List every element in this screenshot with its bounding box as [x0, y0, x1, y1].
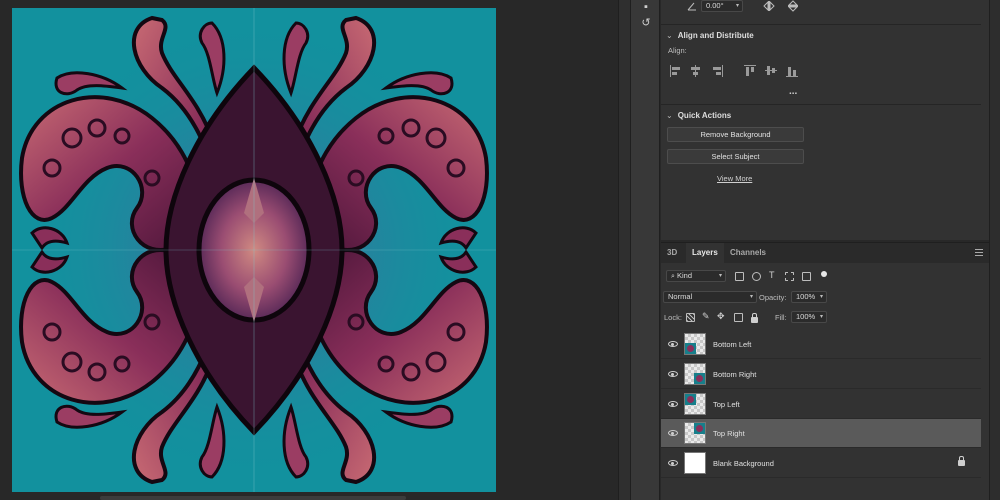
- chevron-down-icon: ⌄: [666, 31, 673, 40]
- align-right-edges-icon[interactable]: [711, 65, 723, 77]
- eye-icon[interactable]: [668, 430, 678, 436]
- filter-toggle-icon[interactable]: [821, 271, 827, 277]
- layer-thumbnail: [684, 333, 706, 355]
- layer-thumbnail: [684, 363, 706, 385]
- blend-mode-value: Normal: [668, 292, 693, 301]
- filter-kind-value: Kind: [677, 271, 693, 280]
- align-left-edges-icon[interactable]: [670, 65, 682, 77]
- panel-scrollbar[interactable]: [989, 0, 1000, 500]
- align-top-edges-icon[interactable]: [744, 65, 756, 77]
- lock-image-pixels-icon[interactable]: ✎: [702, 311, 710, 322]
- collapsed-panel-strip: ▪ ↺: [630, 0, 660, 500]
- align-distribute-title: Align and Distribute: [677, 31, 754, 40]
- artwork-image[interactable]: [12, 8, 496, 492]
- layer-thumbnail: [684, 422, 706, 444]
- layer-name[interactable]: Top Left: [713, 400, 740, 409]
- align-label: Align:: [668, 46, 687, 55]
- eye-icon[interactable]: [668, 401, 678, 407]
- eye-icon[interactable]: [668, 341, 678, 347]
- divider: [661, 24, 981, 25]
- select-subject-button[interactable]: Select Subject: [667, 149, 804, 164]
- panel-dock-gutter: [618, 0, 630, 500]
- filter-type-icon[interactable]: T: [769, 270, 775, 280]
- search-icon: ⌕: [671, 273, 675, 280]
- layer-row-bottom-right[interactable]: Bottom Right: [661, 360, 981, 389]
- flip-horizontal-icon[interactable]: [763, 0, 775, 12]
- filter-smart-object-icon[interactable]: [802, 272, 811, 281]
- chevron-down-icon: ▾: [819, 314, 823, 320]
- chevron-down-icon: ▾: [819, 294, 823, 300]
- lock-position-icon[interactable]: ✥: [717, 311, 725, 322]
- filter-shape-icon[interactable]: [785, 272, 794, 281]
- layer-row-top-left[interactable]: Top Left: [661, 390, 981, 419]
- eye-icon[interactable]: [668, 460, 678, 466]
- layer-name[interactable]: Bottom Right: [713, 370, 756, 379]
- layer-row-blank-background[interactable]: Blank Background: [661, 449, 981, 478]
- layer-thumbnail: [684, 452, 706, 474]
- align-horizontal-centers-icon[interactable]: [690, 65, 702, 77]
- rotation-value: 0.00°: [706, 1, 724, 10]
- lock-artboard-icon[interactable]: [734, 313, 743, 322]
- angle-icon: [687, 1, 697, 11]
- horizontal-scrollbar[interactable]: [100, 496, 406, 500]
- panel-menu-icon[interactable]: [975, 249, 983, 256]
- quick-actions-title: Quick Actions: [677, 111, 732, 120]
- divider: [661, 104, 981, 105]
- chevron-down-icon: ▾: [749, 294, 753, 300]
- chevron-down-icon: ⌄: [666, 111, 673, 120]
- chevron-down-icon: ▾: [735, 3, 739, 9]
- tab-3d[interactable]: 3D: [661, 243, 683, 263]
- align-bottom-edges-icon[interactable]: [786, 65, 798, 77]
- tab-layers[interactable]: Layers: [686, 243, 724, 263]
- fill-label: Fill:: [775, 313, 787, 322]
- filter-adjustment-icon[interactable]: [752, 272, 761, 281]
- layer-row-top-right[interactable]: Top Right: [661, 419, 981, 448]
- kaleidoscope-tentacle-art: [12, 8, 496, 492]
- rotation-angle-field[interactable]: 0.00° ▾: [701, 0, 743, 12]
- eye-icon[interactable]: [668, 371, 678, 377]
- blend-mode-dropdown[interactable]: Normal ▾: [663, 291, 757, 303]
- flip-vertical-icon[interactable]: [787, 0, 799, 12]
- filter-kind-dropdown[interactable]: ⌕ Kind ▾: [666, 270, 726, 282]
- document-canvas-area[interactable]: [0, 0, 618, 500]
- opacity-value: 100%: [796, 292, 816, 301]
- align-distribute-header[interactable]: ⌄ Align and Distribute: [666, 31, 754, 40]
- filter-pixel-icon[interactable]: [735, 272, 744, 281]
- chevron-down-icon: ▾: [718, 273, 722, 279]
- layer-name[interactable]: Top Right: [713, 429, 745, 438]
- layers-panel: 3D Layers Channels ⌕ Kind ▾ T Normal ▾ O…: [661, 242, 989, 500]
- lock-label: Lock:: [664, 313, 682, 322]
- fill-field[interactable]: 100% ▾: [791, 311, 827, 323]
- panel-tab-bar: 3D Layers Channels: [661, 243, 989, 263]
- layer-row-bottom-left[interactable]: Bottom Left: [661, 330, 981, 359]
- view-more-link[interactable]: View More: [717, 174, 752, 183]
- properties-panel: 0.00° ▾ ⌄ Align and Distribute Align: ...…: [661, 0, 989, 240]
- lock-transparent-pixels-icon[interactable]: [686, 313, 695, 322]
- layer-name[interactable]: Bottom Left: [713, 340, 751, 349]
- lock-icon: [958, 456, 965, 466]
- layer-thumbnail: [684, 393, 706, 415]
- layer-name[interactable]: Blank Background: [713, 459, 774, 468]
- fill-value: 100%: [796, 312, 816, 321]
- opacity-label: Opacity:: [759, 293, 787, 302]
- quick-actions-header[interactable]: ⌄ Quick Actions: [666, 111, 731, 120]
- history-brush-icon[interactable]: ↺: [639, 16, 653, 30]
- opacity-field[interactable]: 100% ▾: [791, 291, 827, 303]
- remove-background-button[interactable]: Remove Background: [667, 127, 804, 142]
- panel-grip-icon[interactable]: ▪: [639, 0, 653, 14]
- tab-channels[interactable]: Channels: [724, 243, 772, 263]
- more-options-button[interactable]: ...: [789, 86, 797, 97]
- lock-all-icon[interactable]: [751, 313, 758, 323]
- align-vertical-centers-icon[interactable]: [765, 65, 777, 77]
